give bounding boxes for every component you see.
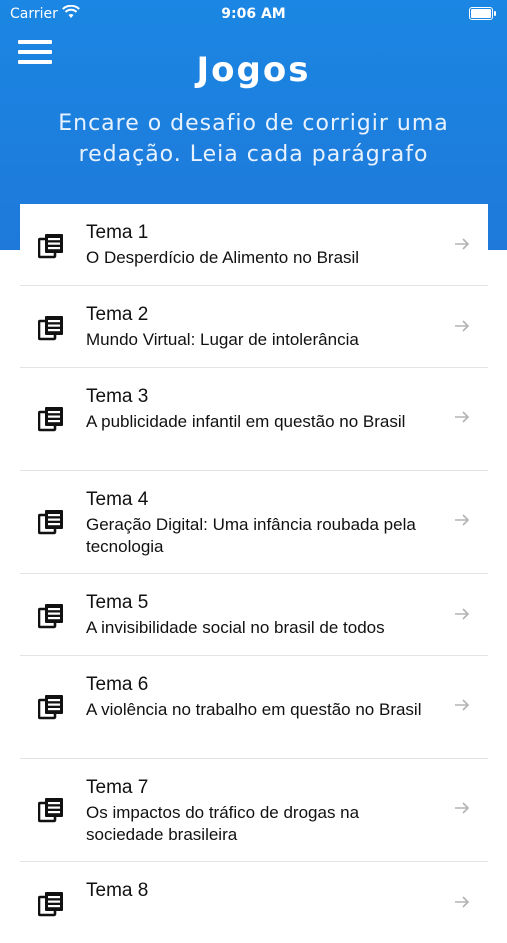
list-item-tema-4[interactable]: Tema 4 Geração Digital: Uma infância rou… [20,471,488,574]
item-description: Mundo Virtual: Lugar de intolerância [86,330,359,349]
news-list-icon [38,234,63,259]
item-description: O Desperdício de Alimento no Brasil [86,248,360,267]
item-description: A publicidade infantil em questão no Bra… [86,412,406,431]
news-list-icon [38,798,63,823]
list-item-tema-5[interactable]: Tema 5 A invisibilidade social no brasil… [20,574,488,656]
list-item-tema-1[interactable]: Tema 1 O Desperdício de Alimento no Bras… [20,204,488,286]
arrow-right-icon [455,608,470,620]
item-title: Tema 4 [86,489,149,510]
list-item-tema-7[interactable]: Tema 7 Os impactos do tráfico de drogas … [20,759,488,862]
news-list-icon [38,695,63,720]
list-item-tema-2[interactable]: Tema 2 Mundo Virtual: Lugar de intolerân… [20,286,488,368]
item-title: Tema 2 [86,304,149,325]
item-title: Tema 3 [86,386,149,407]
news-list-icon [38,892,63,917]
arrow-right-icon [455,699,470,711]
page-subtitle: Encare o desafio de corrigir uma redação… [58,111,449,167]
topics-list: Tema 1 O Desperdício de Alimento no Bras… [20,204,488,924]
news-list-icon [38,316,63,341]
news-list-icon [38,604,63,629]
battery-icon [469,7,496,20]
item-title: Tema 5 [86,592,149,613]
arrow-right-icon [455,238,470,250]
item-title: Tema 7 [86,777,149,798]
arrow-right-icon [455,514,470,526]
item-description: A violência no trabalho em questão no Br… [86,700,422,719]
status-bar: Carrier 9:06 AM [0,0,507,28]
status-time: 9:06 AM [221,6,286,22]
arrow-right-icon [455,320,470,332]
item-title: Tema 8 [86,880,149,901]
item-description: Geração Digital: Uma infância roubada pe… [86,515,416,556]
item-description: A invisibilidade social no brasil de tod… [86,618,385,637]
item-title: Tema 6 [86,674,149,695]
item-title: Tema 1 [86,222,149,243]
list-item-tema-6[interactable]: Tema 6 A violência no trabalho em questã… [20,656,488,759]
news-list-icon [38,510,63,535]
list-item-tema-8[interactable]: Tema 8 [20,862,488,943]
item-description: Os impactos do tráfico de drogas na soci… [86,803,360,844]
arrow-right-icon [455,411,470,423]
page-title: Jogos [196,50,311,90]
list-item-tema-3[interactable]: Tema 3 A publicidade infantil em questão… [20,368,488,471]
arrow-right-icon [455,802,470,814]
news-list-icon [38,407,63,432]
arrow-right-icon [455,896,470,908]
